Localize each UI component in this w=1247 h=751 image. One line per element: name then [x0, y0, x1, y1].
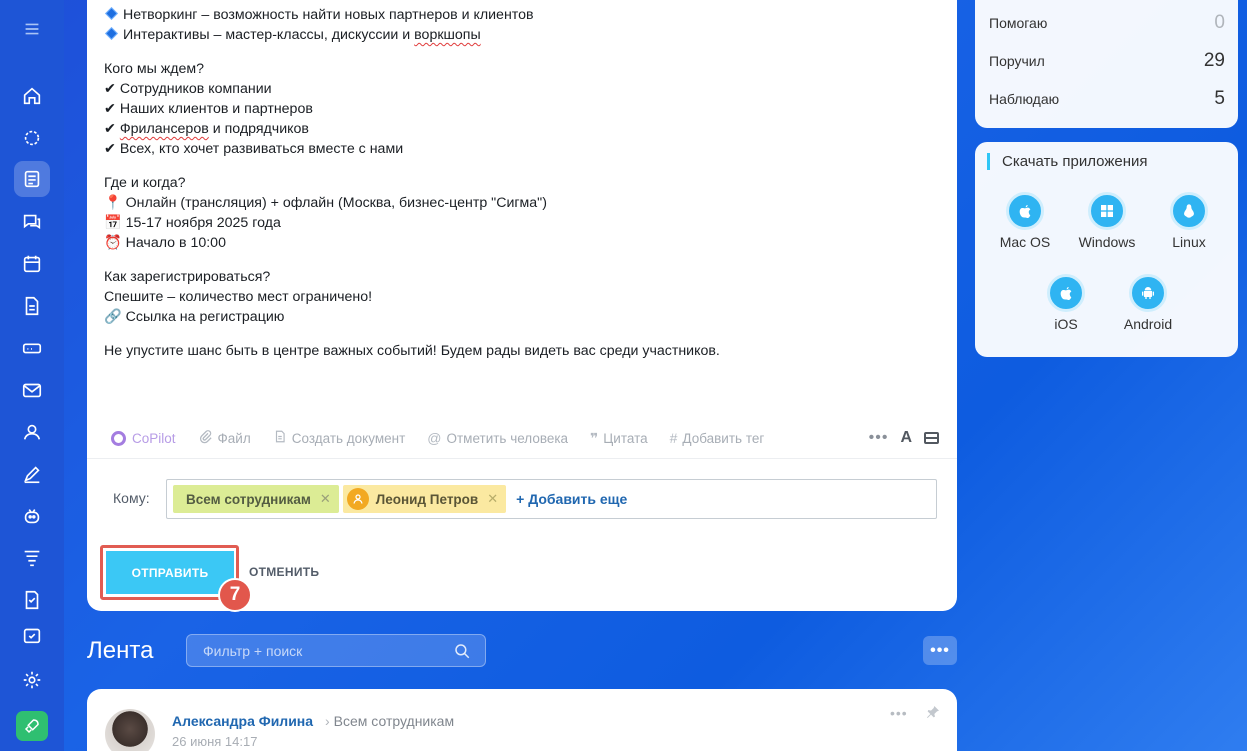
task-counters: Помогаю 0 Поручил 29 Наблюдаю 5	[975, 0, 1238, 128]
menu-icon[interactable]	[14, 11, 50, 47]
apple-icon	[1047, 274, 1085, 312]
app-macos[interactable]: Mac OS	[985, 192, 1065, 250]
apple-icon	[1006, 192, 1044, 230]
post-line: Не упустите шанс быть в центре важных со…	[104, 343, 720, 359]
document-icon	[273, 429, 287, 447]
recipient-chip-user[interactable]: Леонид Петров ✕	[342, 485, 507, 513]
feed-post: Александра Филина › Всем сотрудникам 26 и…	[87, 689, 957, 751]
send-button[interactable]: ОТПРАВИТЬ	[106, 551, 234, 594]
post-recipients[interactable]: › Всем сотрудникам	[325, 713, 454, 729]
search-icon[interactable]	[453, 642, 471, 663]
counter-helping[interactable]: Помогаю 0	[989, 12, 1225, 34]
post-more-icon[interactable]: •••	[890, 705, 908, 721]
copilot-button[interactable]: CoPilot	[111, 430, 176, 446]
tasks-icon[interactable]	[14, 582, 50, 618]
spellcheck-word: Фрилансеров	[119, 121, 209, 137]
quote-button[interactable]: ❞ Цитата	[590, 430, 648, 447]
windows-icon	[1088, 192, 1126, 230]
create-document-button[interactable]: Создать документ	[273, 429, 405, 447]
app-linux[interactable]: Linux	[1149, 192, 1229, 250]
spellcheck-word: воркшопы	[414, 27, 481, 43]
more-options-icon[interactable]: •••	[869, 429, 889, 447]
add-tag-button[interactable]: # Добавить тег	[670, 430, 765, 446]
post-line: ⏰ Начало в 10:00	[104, 235, 226, 251]
post-line: ✔ Всех, кто хочет развиваться вместе с н…	[104, 141, 404, 157]
blue-diamond-icon	[105, 27, 118, 40]
post-line: 📍 Онлайн (трансляция) + офлайн (Москва, …	[104, 195, 547, 211]
feed-title: Лента	[87, 637, 154, 664]
post-editor: Нетворкинг – возможность найти новых пар…	[87, 0, 957, 612]
attach-file-button[interactable]: Файл	[198, 429, 251, 447]
app-ios[interactable]: iOS	[1026, 274, 1106, 332]
apps-title: Скачать приложения	[987, 153, 1148, 170]
quote-icon: ❞	[590, 429, 599, 446]
settings-icon[interactable]	[14, 662, 50, 698]
remove-chip-icon[interactable]: ✕	[320, 491, 331, 507]
mail-icon[interactable]	[14, 372, 50, 408]
user-avatar	[346, 488, 369, 510]
post-line: ✔ Наших клиентов и партнеров	[104, 101, 313, 117]
recipients-label: Кому:	[113, 490, 150, 506]
linux-icon	[1170, 192, 1208, 230]
recipients-field[interactable]: Всем сотрудникам ✕ Леонид Петров ✕ + Доб…	[166, 479, 937, 519]
post-line: Кого мы ждем?	[104, 61, 205, 77]
funnel-icon[interactable]	[14, 540, 50, 576]
cancel-button[interactable]: ОТМЕНИТЬ	[249, 565, 319, 579]
visual-editor-icon[interactable]	[924, 432, 939, 444]
step-number-badge: 7	[218, 578, 252, 612]
editor-toolbar: CoPilot Файл Создать документ @ Отметить…	[87, 420, 957, 456]
feed-more-button[interactable]: •••	[923, 636, 957, 665]
post-line: ✔ Фрилансеров и подрядчиков	[104, 121, 309, 137]
at-icon: @	[427, 430, 442, 446]
app-windows[interactable]: Windows	[1067, 192, 1147, 250]
crm-icon[interactable]	[14, 120, 50, 156]
feed-search-input[interactable]: Фильтр + поиск	[186, 634, 486, 667]
blue-diamond-icon	[105, 7, 118, 20]
counter-watching[interactable]: Наблюдаю 5	[989, 88, 1225, 110]
counter-assigned[interactable]: Поручил 29	[989, 50, 1225, 72]
post-text[interactable]: Нетворкинг – возможность найти новых пар…	[104, 5, 944, 361]
sign-icon[interactable]	[14, 456, 50, 492]
download-apps-panel: Скачать приложения Mac OS Windows Linux …	[975, 142, 1238, 357]
hash-icon: #	[669, 430, 678, 446]
mention-button[interactable]: @ Отметить человека	[427, 430, 568, 446]
paperclip-icon	[198, 429, 213, 447]
text-format-icon[interactable]: A	[900, 429, 912, 447]
copilot-icon	[111, 430, 126, 446]
post-line: 🔗 Ссылка на регистрацию	[104, 309, 285, 325]
post-line: Интерактивы – мастер-классы, дискуссии и…	[104, 25, 944, 45]
post-line: ✔ Сотрудников компании	[104, 81, 272, 97]
drive-icon[interactable]	[14, 330, 50, 366]
left-sidebar	[0, 0, 64, 751]
divider	[87, 458, 957, 459]
documents-icon[interactable]	[14, 288, 50, 324]
recipient-chip-all[interactable]: Всем сотрудникам ✕	[173, 485, 339, 513]
robot-icon[interactable]	[14, 498, 50, 534]
post-line: Как зарегистрироваться?	[104, 269, 271, 285]
post-line: 📅 15-17 ноября 2025 года	[104, 215, 281, 231]
feed-icon[interactable]	[14, 161, 50, 197]
post-date: 26 июня 14:17	[172, 734, 258, 749]
app-android[interactable]: Android	[1108, 274, 1188, 332]
post-line: Спешите – количество мест ограничено!	[104, 289, 373, 305]
rocket-icon[interactable]	[16, 711, 48, 741]
chevron-right-icon: ›	[325, 713, 330, 729]
home-icon[interactable]	[14, 78, 50, 114]
checklist-icon[interactable]	[14, 624, 50, 646]
add-recipient-link[interactable]: + Добавить еще	[516, 491, 627, 507]
post-line: Где и когда?	[104, 175, 186, 191]
chat-icon[interactable]	[14, 204, 50, 240]
contacts-icon[interactable]	[14, 414, 50, 450]
android-icon	[1129, 274, 1167, 312]
calendar-icon[interactable]	[14, 246, 50, 282]
post-author[interactable]: Александра Филина	[172, 713, 313, 729]
remove-chip-icon[interactable]: ✕	[487, 491, 498, 507]
author-avatar[interactable]	[105, 709, 155, 751]
post-line: Нетворкинг – возможность найти новых пар…	[104, 5, 944, 25]
pin-icon[interactable]	[925, 704, 941, 725]
